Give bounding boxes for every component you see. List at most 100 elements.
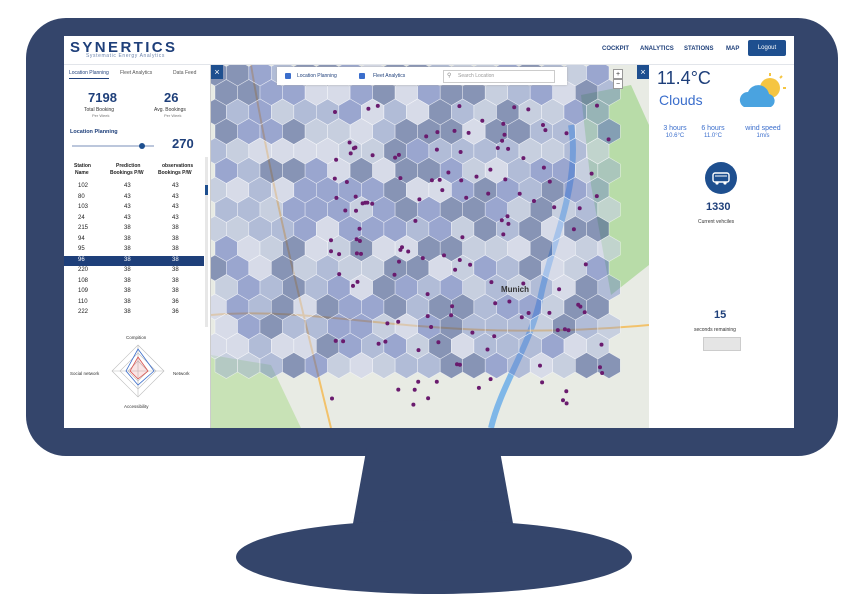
vehicle-point[interactable] [582,310,587,315]
vehicle-point[interactable] [500,138,505,143]
hex-map[interactable] [211,65,649,428]
vehicle-point[interactable] [329,249,333,254]
vehicle-point[interactable] [359,251,363,256]
slider-thumb[interactable] [138,143,145,149]
vehicle-point[interactable] [564,401,569,406]
vehicle-point[interactable] [365,200,370,205]
vehicle-point[interactable] [495,146,500,150]
table-row[interactable]: 220 38 38 [64,266,204,277]
table-row[interactable]: 222 38 36 [64,308,204,319]
map-view[interactable]: × × + − Location Planning Fleet Analytic… [211,65,649,428]
vehicle-point[interactable] [512,105,517,110]
vehicle-point[interactable] [499,218,504,223]
vehicle-point[interactable] [416,348,421,353]
vehicle-point[interactable] [566,328,571,333]
vehicle-point[interactable] [577,206,582,211]
vehicle-point[interactable] [406,249,411,254]
vehicle-point[interactable] [396,152,401,157]
vehicle-point[interactable] [571,227,576,232]
table-row[interactable]: 109 38 38 [64,287,204,298]
table-row[interactable]: 95 38 38 [64,245,204,256]
vehicle-point[interactable] [502,132,507,137]
vehicle-point[interactable] [333,110,337,114]
vehicle-point[interactable] [434,147,439,152]
vehicle-point[interactable] [561,398,565,403]
vehicle-point[interactable] [426,396,431,401]
table-row[interactable]: 215 38 38 [64,224,204,235]
vehicle-point[interactable] [453,267,458,272]
vehicle-point[interactable] [392,272,397,277]
vehicle-point[interactable] [501,121,506,126]
logout-button[interactable]: Logout [748,40,786,56]
tab-location-planning[interactable]: Location Planning [69,70,109,79]
vehicle-point[interactable] [435,130,440,135]
vehicle-point[interactable] [376,341,381,346]
table-row[interactable]: 94 38 38 [64,235,204,246]
close-left-panel-button[interactable]: × [211,65,223,79]
vehicle-point[interactable] [337,252,342,257]
table-row[interactable]: 108 38 38 [64,277,204,288]
vehicle-point[interactable] [357,226,362,231]
vehicle-point[interactable] [446,170,451,175]
vehicle-point[interactable] [476,385,481,390]
vehicle-point[interactable] [492,334,497,339]
vehicle-point[interactable] [330,396,334,401]
vehicle-point[interactable] [344,180,349,184]
vehicle-point[interactable] [442,253,446,258]
vehicle-point[interactable] [434,379,439,384]
vehicle-point[interactable] [457,258,462,262]
vehicle-point[interactable] [474,174,479,179]
vehicle-point[interactable] [396,319,401,324]
table-row[interactable]: 102 43 43 [64,182,204,193]
vehicle-point[interactable] [594,194,599,199]
zoom-out-button[interactable]: − [613,79,623,89]
vehicle-point[interactable] [449,313,454,318]
table-row[interactable]: 96 38 38 [64,255,204,266]
vehicle-point[interactable] [398,247,403,252]
vehicle-point[interactable] [606,137,611,142]
vehicle-point[interactable] [564,389,569,394]
vehicle-point[interactable] [425,314,430,319]
nav-analytics[interactable]: ANALYTICS [640,46,674,52]
vehicle-point[interactable] [600,371,605,375]
vehicle-point[interactable] [396,387,401,392]
vehicle-point[interactable] [458,150,463,154]
vehicle-point[interactable] [354,208,358,213]
vehicle-point[interactable] [457,362,462,367]
vehicle-point[interactable] [583,262,588,267]
vehicle-point[interactable] [343,208,348,213]
vehicle-point[interactable] [412,387,417,392]
vehicle-point[interactable] [526,107,531,112]
scrollbar-thumb[interactable] [205,185,208,195]
table-row[interactable]: 80 43 43 [64,193,204,204]
vehicle-point[interactable] [413,218,418,223]
vehicle-point[interactable] [526,311,531,315]
fleet-analytics-checkbox[interactable] [359,73,365,79]
vehicle-point[interactable] [506,221,511,226]
vehicle-point[interactable] [411,402,416,407]
vehicle-point[interactable] [355,279,360,284]
vehicle-point[interactable] [552,205,557,210]
vehicle-point[interactable] [540,380,545,385]
vehicle-point[interactable] [538,363,542,368]
vehicle-point[interactable] [457,104,462,109]
vehicle-point[interactable] [501,232,506,237]
vehicle-point[interactable] [341,339,346,344]
table-row[interactable]: 24 43 43 [64,214,204,225]
vehicle-point[interactable] [519,315,524,320]
nav-cockpit[interactable]: COCKPIT [602,46,629,52]
nav-stations[interactable]: STATIONS [684,46,713,52]
vehicle-point[interactable] [351,283,355,288]
search-location-input[interactable]: ⚲ Search Location [443,70,555,83]
vehicle-point[interactable] [337,272,342,277]
vehicle-point[interactable] [360,201,365,206]
vehicle-point[interactable] [440,188,445,193]
vehicle-point[interactable] [485,347,490,352]
vehicle-point[interactable] [334,157,339,162]
vehicle-point[interactable] [398,176,403,181]
location-planning-slider[interactable] [72,143,154,149]
vehicle-point[interactable] [450,304,455,309]
vehicle-point[interactable] [366,106,371,111]
vehicle-point[interactable] [383,339,388,344]
vehicle-point[interactable] [532,199,536,203]
